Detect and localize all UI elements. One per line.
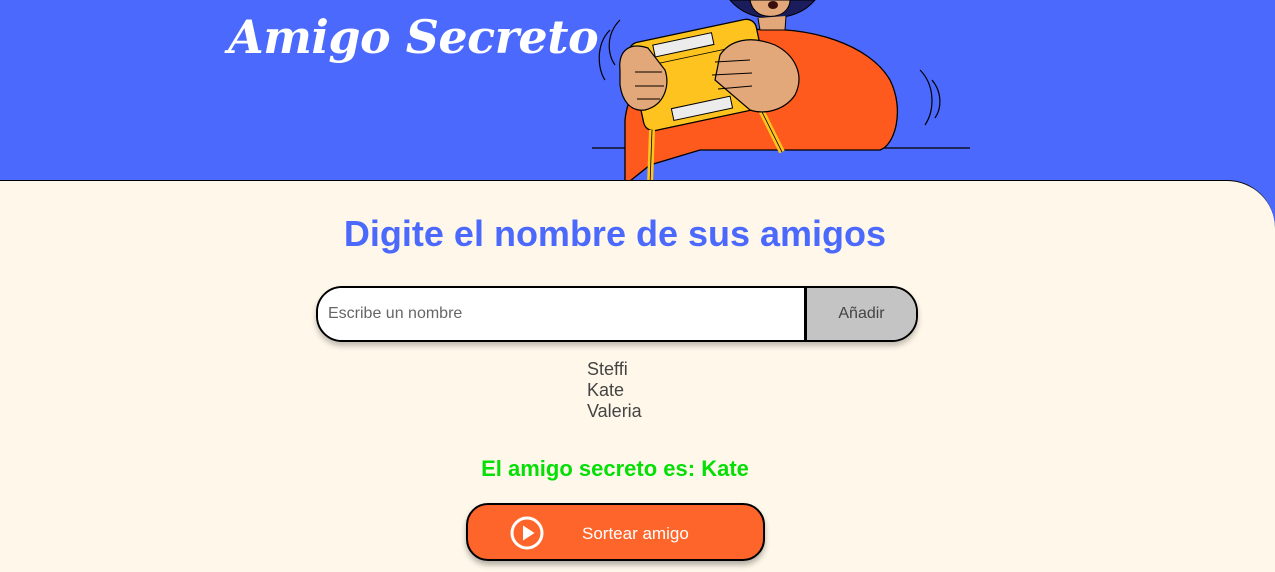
list-item: Valeria — [587, 401, 642, 421]
friends-list: Steffi Kate Valeria — [587, 359, 642, 422]
app-title: Amigo Secreto — [228, 10, 599, 64]
input-wrapper: Añadir — [316, 286, 918, 342]
person-with-gift-illustration — [592, 0, 970, 185]
draw-button-label: Sortear amigo — [582, 524, 689, 543]
result-text: El amigo secreto es: Kate — [481, 456, 749, 481]
add-button[interactable]: Añadir — [804, 288, 916, 340]
name-input[interactable] — [318, 288, 804, 340]
main-section: Digite el nombre de sus amigos Añadir St… — [0, 180, 1275, 572]
draw-friend-button[interactable]: Sortear amigo — [466, 503, 765, 561]
section-title: Digite el nombre de sus amigos — [343, 213, 887, 254]
play-circle-icon — [510, 516, 544, 550]
header: Amigo Secreto — [0, 0, 1275, 185]
list-item: Steffi — [587, 359, 628, 379]
list-item: Kate — [587, 380, 625, 400]
